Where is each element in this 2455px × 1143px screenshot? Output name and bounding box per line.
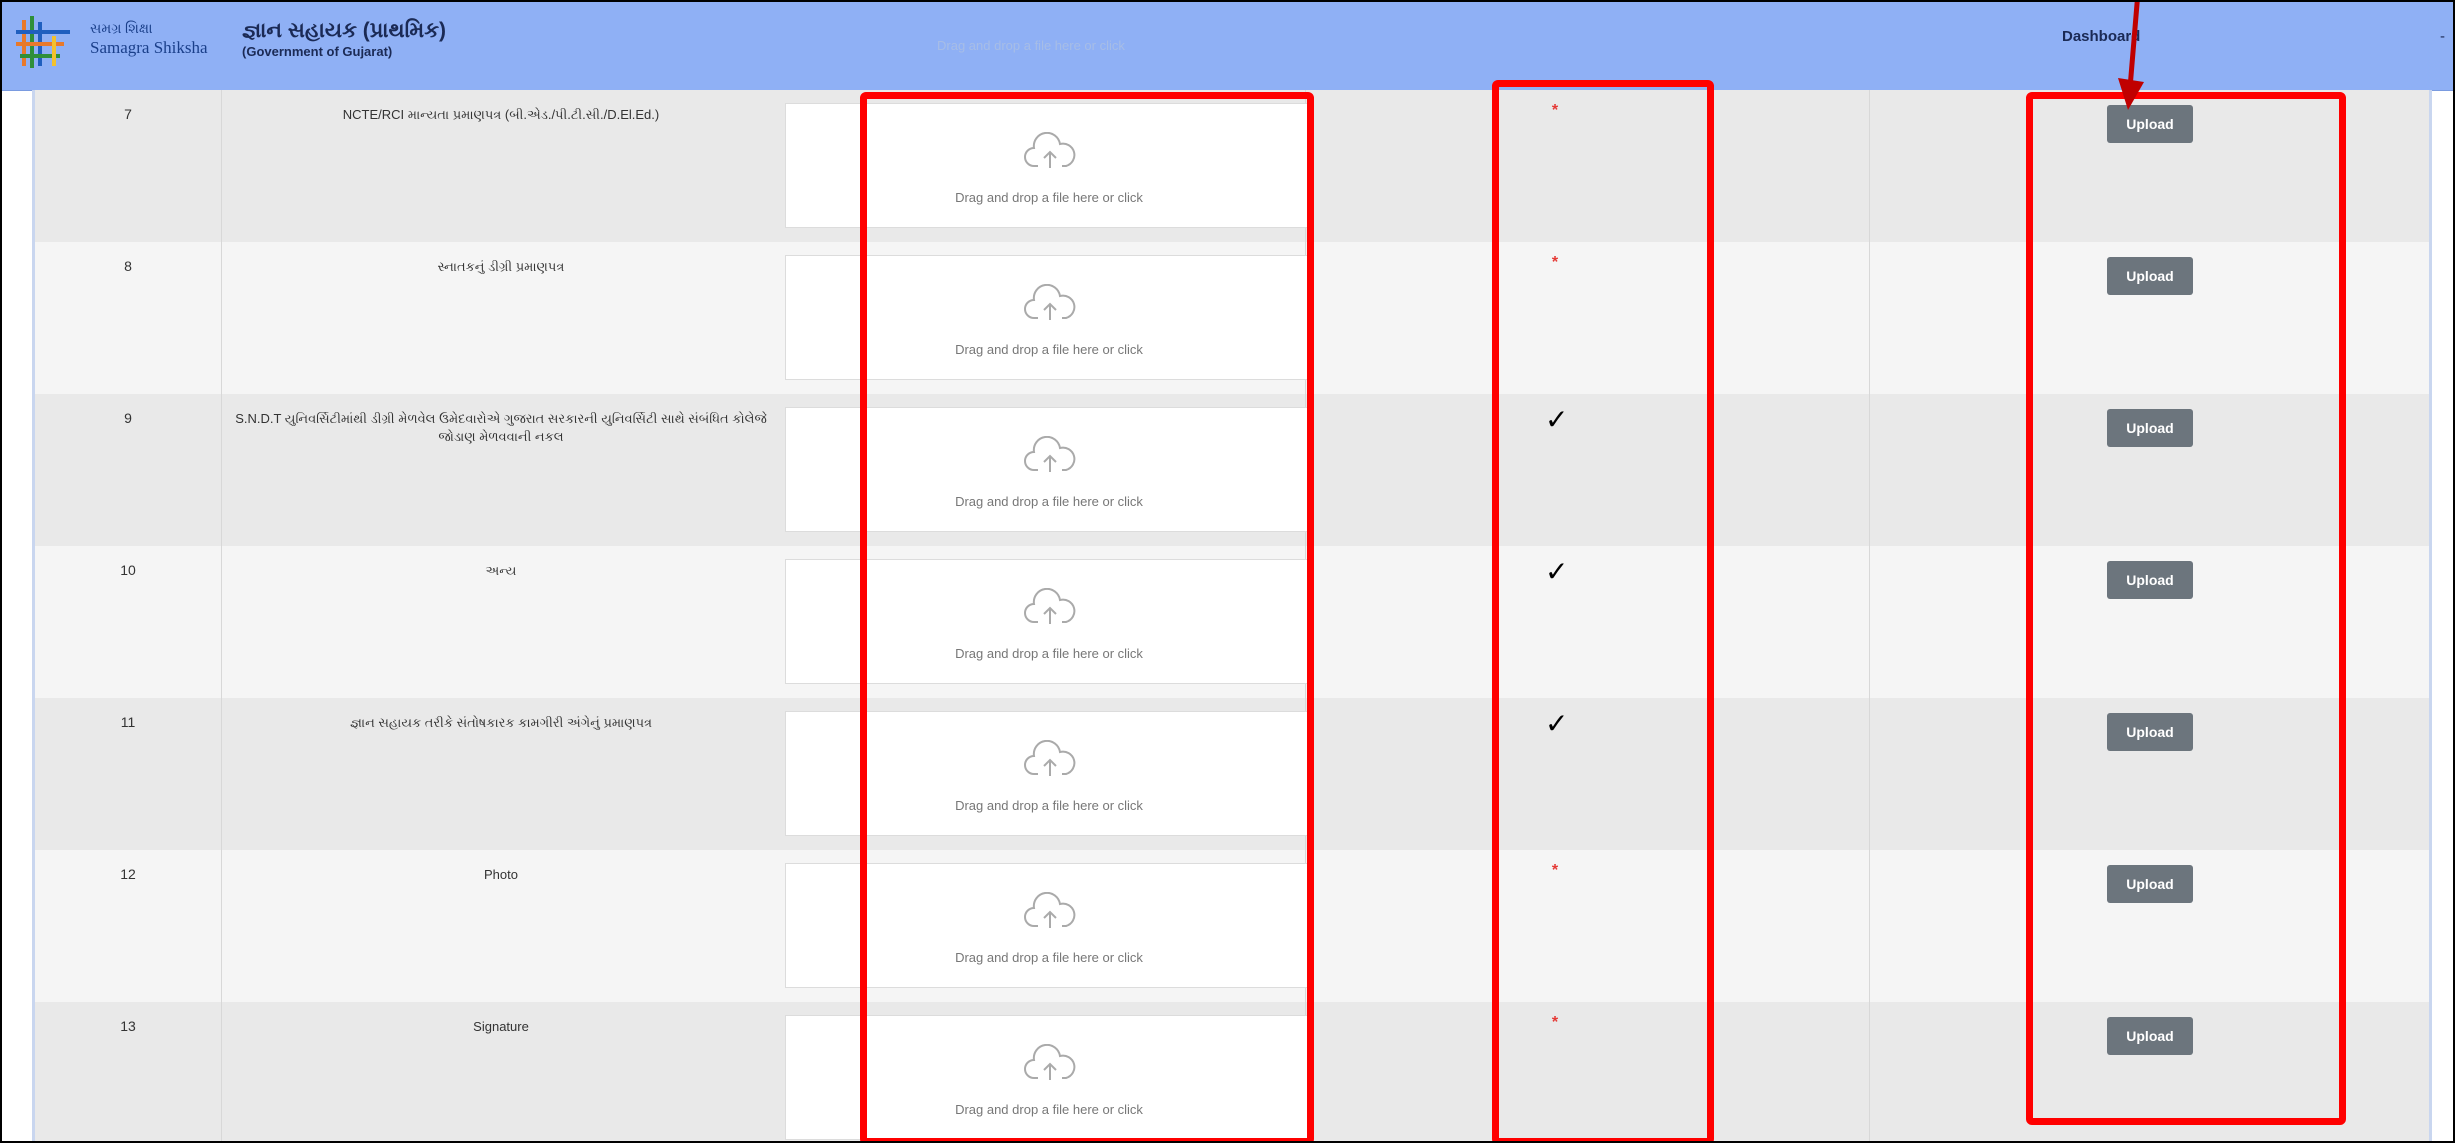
column-divider [1869,850,1870,1002]
header-menu-extra[interactable]: - [2440,28,2445,45]
samagra-shiksha-logo-icon [16,16,70,68]
screenshot-frame: સમગ્ર શિક્ષા Samagra Shiksha જ્ઞાન સહાયક… [0,0,2455,1143]
document-name: Photo [484,867,518,882]
logo-text: સમગ્ર શિક્ષા Samagra Shiksha [90,22,208,58]
annotation-box-upload [2026,92,2346,1125]
logo-text-english: Samagra Shiksha [90,38,208,57]
document-name: જ્ઞાન સહાયક તરીકે સંતોષકારક કામગીરી અંગે… [349,715,653,730]
row-number: 10 [120,562,136,578]
row-number: 8 [124,258,132,274]
document-name: અન્ય [485,563,517,578]
column-divider [1869,546,1870,698]
row-number: 12 [120,866,136,882]
row-number: 9 [124,410,132,426]
annotation-arrow-icon [2118,2,2144,110]
document-name: સ્નાતકનું ડીગ્રી પ્રમાણપત્ર [437,259,565,274]
row-number: 13 [120,1018,136,1034]
faded-dropzone-text: Drag and drop a file here or click [937,38,1125,53]
row-number: 11 [120,714,136,730]
annotation-box-dropzones [860,92,1314,1141]
column-divider [1869,698,1870,850]
document-name: S.N.D.T યુનિવર્સિટીમાંથી ડીગ્રી મેળવેલ ઉ… [235,411,767,444]
column-divider [1869,394,1870,546]
annotation-box-status [1492,80,1714,1141]
logo-text-gujarati: સમગ્ર શિક્ષા [90,22,153,37]
app-header: સમગ્ર શિક્ષા Samagra Shiksha જ્ઞાન સહાયક… [2,2,2453,91]
document-name: Signature [473,1019,529,1034]
column-divider [1869,242,1870,394]
page-title: જ્ઞાન સહાયક (પ્રાથમિક) (Government of Gu… [242,18,446,60]
page-title-sub: (Government of Gujarat) [242,44,393,59]
row-number: 7 [124,106,132,122]
page-title-main: જ્ઞાન સહાયક (પ્રાથમિક) [242,19,447,42]
document-name: NCTE/RCI માન્યતા પ્રમાણપત્ર (બી.એડ./પી.ટ… [342,107,660,122]
column-divider [1869,1002,1870,1141]
column-divider [1869,90,1870,242]
